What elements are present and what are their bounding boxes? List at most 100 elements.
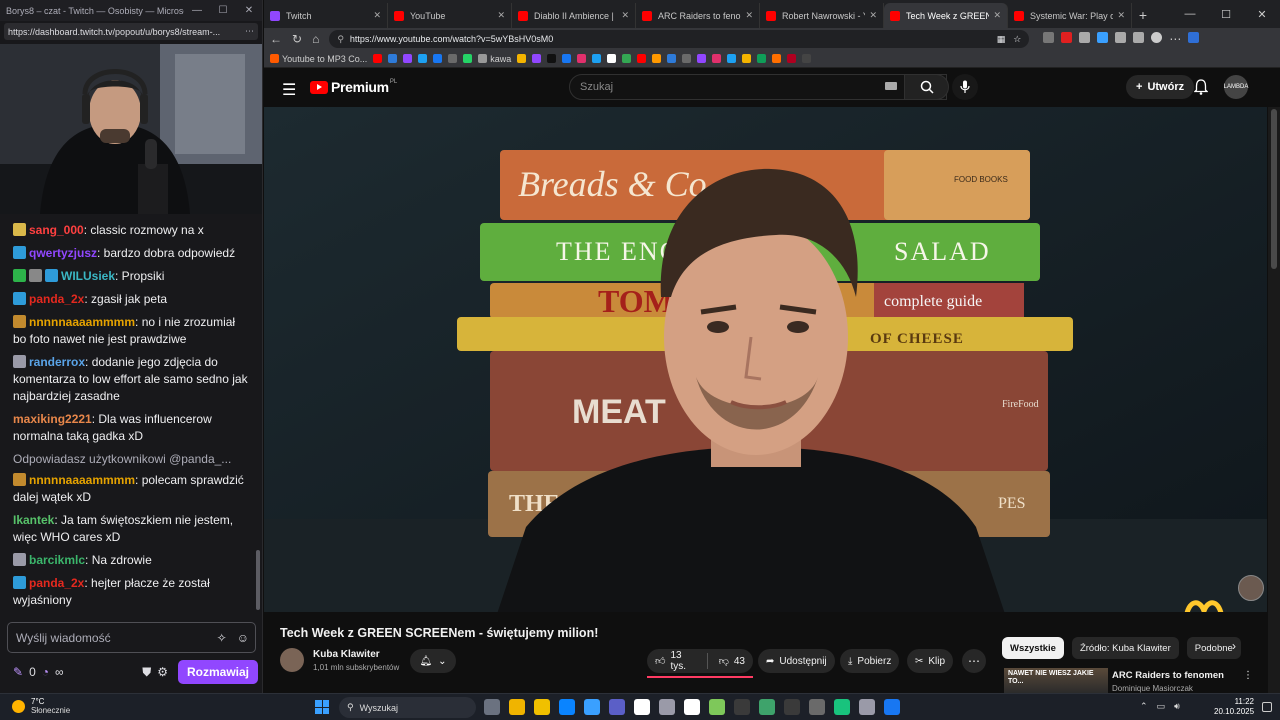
create-button[interactable]: + Utwórz [1126,75,1195,99]
bookmark-item[interactable] [562,54,572,63]
taskbar-app-icon[interactable] [859,699,875,715]
share-button[interactable]: ➦ Udostępnij [758,649,835,673]
channel-avatar[interactable] [280,648,304,672]
close-icon[interactable]: ✕ [1244,8,1280,21]
chat-username[interactable]: panda_2x [29,576,84,590]
profile-avatar-icon[interactable] [1151,32,1163,43]
bookmark-item[interactable] [682,54,692,63]
browser-tab[interactable]: Tech Week z GREEN SCREEN✕ [884,3,1008,28]
bookmark-item[interactable] [592,54,602,63]
bookmark-item[interactable] [787,54,797,63]
tab-close-icon[interactable]: ✕ [745,10,753,21]
new-tab-button[interactable]: + [1132,3,1154,28]
browser-tab[interactable]: Twitch ✕ [264,3,388,28]
chat-username[interactable]: Ikantek [13,513,54,527]
bookmark-item[interactable] [532,54,542,63]
taskbar-app-icon[interactable] [884,699,900,715]
more-actions-button[interactable]: ⋯ [962,649,986,673]
taskbar-app-icon[interactable] [784,699,800,715]
chat-username[interactable]: maxiking2221 [13,412,92,426]
chat-badge-icon[interactable] [13,292,26,305]
bookmark-item[interactable] [403,54,413,63]
clip-button[interactable]: ✂ Klip [907,649,954,673]
notification-icon[interactable] [1262,702,1272,712]
filter-chip[interactable]: Wszystkie [1002,637,1064,659]
bookmark-item[interactable] [373,54,383,63]
tab-close-icon[interactable]: ✕ [993,10,1001,21]
bookmark-item[interactable] [712,54,722,63]
video-player[interactable]: Breads & Co FOOD BOOKS THE ENCYC SALAD T… [264,107,1267,612]
maximize-icon[interactable]: ☐ [210,5,236,16]
bookmark-item[interactable] [547,54,557,63]
channel-watermark[interactable] [1238,575,1264,601]
bookmark-item[interactable] [607,54,617,63]
bookmark-item[interactable] [652,54,662,63]
taskbar-app-icon[interactable] [484,699,500,715]
close-icon[interactable]: ✕ [236,5,262,16]
bookmark-item[interactable] [802,54,812,63]
timer-icon[interactable]: ◔ [42,665,49,679]
site-info-icon[interactable]: ⚲ [337,34,344,45]
taskbar-app-icon[interactable] [759,699,775,715]
bookmark-item[interactable] [418,54,428,63]
chat-send-button[interactable]: Rozmawiaj [177,660,258,684]
chat-username[interactable]: panda_2x [29,292,84,306]
address-bar[interactable]: ⚲ https://www.youtube.com/watch?v=5wYBsH… [329,30,1030,48]
taskbar-app-icon[interactable] [509,699,525,715]
volume-icon[interactable]: 🔊︎ [1174,701,1180,712]
recommended-video-thumbnail[interactable]: NAWET NIE WIESZ JAKIE TO... [1004,668,1108,693]
taskbar-app-icon[interactable] [709,699,725,715]
bookmark-item[interactable] [388,54,398,63]
chat-username[interactable]: nnnnnaaaammmm [29,315,135,329]
tab-close-icon[interactable]: ✕ [1117,10,1125,21]
taskbar-app-icon[interactable] [834,699,850,715]
recommended-video-title[interactable]: ARC Raiders to fenomen [1112,670,1224,681]
like-icon[interactable]: 👍︎ [655,655,665,667]
browser-tab[interactable]: Systemic War: Play of Battle ✕ [1008,3,1132,28]
chat-badge-icon[interactable] [13,473,26,486]
chat-scrollbar[interactable] [256,550,260,610]
chat-badge-icon[interactable] [13,246,26,259]
keyboard-icon[interactable] [885,82,897,90]
taskbar-app-icon[interactable] [734,699,750,715]
bookmark-item[interactable]: Youtube to MP3 Co... [270,54,367,64]
taskbar-app-icon[interactable] [534,699,550,715]
chat-username[interactable]: WILUsiek [61,269,115,283]
browser-tab[interactable]: YouTube ✕ [388,3,512,28]
weather-widget[interactable]: 7°C Słonecznie [12,697,70,715]
recommended-video-channel[interactable]: Dominique Masiorczak [1112,684,1193,693]
more-menu-icon[interactable]: ⋯ [241,26,258,37]
voice-search-button[interactable] [952,74,978,100]
chat-input[interactable]: Wyślij wiadomość ✧ ☺ [7,622,256,653]
clock[interactable]: 11:22 20.10.2025 [1214,697,1254,717]
copilot-icon[interactable] [1188,32,1200,43]
chat-username[interactable]: qwertyzjusz [29,246,97,260]
extension-icon[interactable] [1079,32,1091,43]
extension-icon[interactable] [1043,32,1055,43]
bookmark-item[interactable] [697,54,707,63]
extension-icon[interactable] [1061,32,1073,43]
tab-close-icon[interactable]: ✕ [621,10,629,21]
favorite-star-icon[interactable]: ☆ [1013,34,1021,45]
taskbar-search[interactable]: ⚲ Wyszukaj [339,697,476,718]
chat-badge-icon[interactable] [13,355,26,368]
taskbar-app-icon[interactable] [684,699,700,715]
chat-badge-icon[interactable] [13,223,26,236]
chat-badge-icon[interactable] [13,553,26,566]
chat-badge-icon[interactable] [29,269,42,282]
extension-icon[interactable] [1097,32,1109,43]
reload-icon[interactable]: ↻ [292,32,302,46]
account-avatar[interactable]: LAMBDA [1224,75,1248,99]
network-icon[interactable]: ▭ [1157,701,1166,712]
taskbar-app-icon[interactable] [609,699,625,715]
notifications-bell-icon[interactable] [1193,79,1209,100]
twitch-address-bar[interactable]: https://dashboard.twitch.tv/popout/u/bor… [4,23,258,40]
browser-menu-icon[interactable]: ⋯ [1169,32,1181,46]
channel-name[interactable]: Kuba Klawiter [313,649,380,660]
chevron-right-icon[interactable]: › [1232,639,1236,653]
chat-badge-icon[interactable] [45,269,58,282]
dislike-icon[interactable]: 👎︎ [719,655,729,667]
minimize-icon[interactable]: — [1172,8,1208,20]
youtube-logo[interactable]: Premium PL [310,79,397,95]
page-scrollbar[interactable] [1268,107,1280,693]
